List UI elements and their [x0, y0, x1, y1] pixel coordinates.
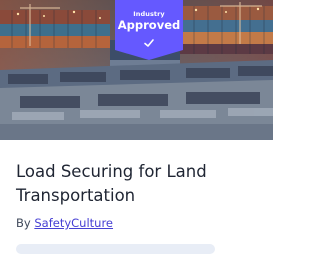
badge-big-text: Approved [117, 18, 181, 32]
badge-small-text: Industry [133, 10, 165, 18]
template-title[interactable]: Load Securing for Land Transportation [16, 160, 256, 208]
author-prefix: By [16, 216, 31, 230]
industry-approved-badge: Industry Approved [115, 0, 183, 60]
template-image[interactable]: Industry Approved [0, 0, 273, 140]
author-link[interactable]: SafetyCulture [34, 216, 113, 230]
author-line: By SafetyCulture [16, 216, 113, 230]
template-card[interactable]: Industry Approved Load Securing for Land… [0, 0, 273, 270]
checkmark-icon [144, 39, 154, 47]
loading-placeholder-bar [16, 244, 215, 254]
